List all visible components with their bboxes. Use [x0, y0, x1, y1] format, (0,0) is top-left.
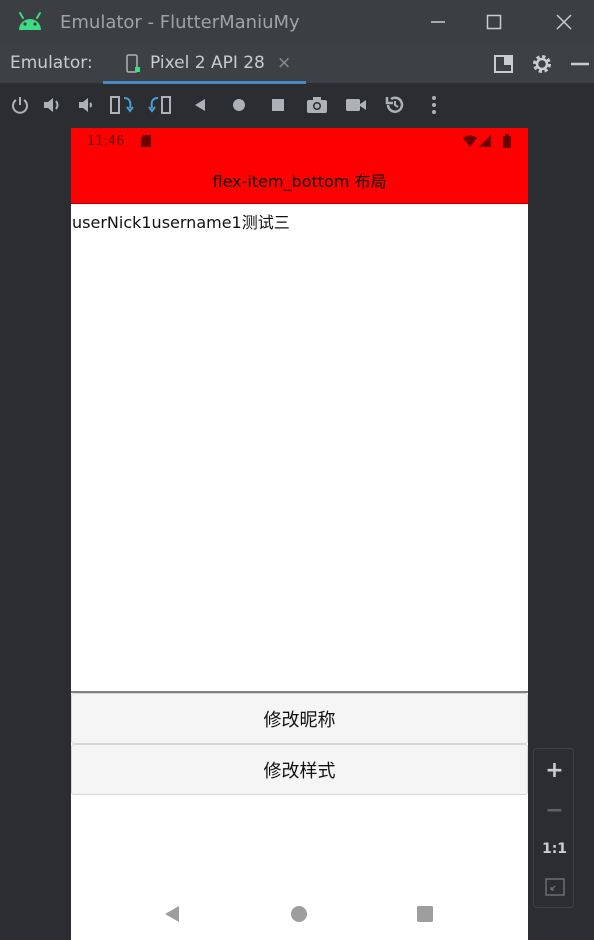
overview-icon [272, 99, 284, 111]
maximize-icon [486, 14, 502, 30]
rotate-right-button[interactable] [148, 93, 172, 117]
zoom-panel: + − 1:1 [533, 748, 574, 908]
android-nav-bar [71, 888, 528, 940]
minimize-icon [431, 21, 445, 23]
back-icon [195, 99, 205, 111]
device-screen: 11:46 flex-item_bottom 布局 userNick1usern… [71, 128, 528, 940]
rotate-left-icon [110, 96, 134, 114]
change-style-button[interactable]: 修改样式 [71, 744, 528, 795]
app-bar-title: flex-item_bottom 布局 [212, 172, 387, 191]
volume-down-button[interactable] [75, 93, 99, 117]
zoom-one-to-one-button[interactable]: 1:1 [534, 830, 575, 868]
app-bar: flex-item_bottom 布局 [71, 154, 528, 204]
status-time: 11:46 [87, 134, 125, 149]
dock-icon[interactable] [492, 52, 516, 76]
volume-up-icon [44, 98, 59, 112]
nav-back-icon[interactable] [163, 905, 181, 923]
android-icon [19, 12, 41, 30]
emulator-toolbar [0, 85, 594, 125]
wifi-icon [463, 135, 477, 147]
home-icon [233, 99, 245, 111]
gear-icon[interactable] [530, 52, 554, 76]
back-button[interactable] [188, 93, 212, 117]
rotate-left-button[interactable] [110, 93, 134, 117]
fit-screen-icon [544, 878, 565, 896]
nav-overview-icon[interactable] [417, 906, 433, 922]
volume-up-button[interactable] [41, 93, 65, 117]
tab-active-indicator [103, 81, 306, 84]
zoom-fit-button[interactable] [534, 868, 575, 906]
power-button[interactable] [8, 93, 32, 117]
overview-button[interactable] [266, 93, 290, 117]
power-icon [12, 97, 28, 114]
tab-close-icon[interactable]: × [277, 53, 291, 73]
rotate-right-icon [148, 96, 171, 114]
zoom-out-button[interactable]: − [534, 791, 575, 829]
screenrecord-button[interactable] [344, 93, 368, 117]
screenrecord-icon [346, 99, 366, 111]
device-icon [126, 54, 140, 73]
battery-icon [503, 134, 511, 148]
change-nickname-button[interactable]: 修改昵称 [71, 693, 528, 744]
volume-down-icon [79, 98, 92, 112]
minimize-window-button[interactable] [410, 0, 466, 44]
maximize-window-button[interactable] [466, 0, 522, 44]
nav-home-icon[interactable] [290, 905, 308, 923]
emulator-label: Emulator: [10, 53, 93, 73]
emulator-tabbar: Emulator: Pixel 2 API 28 × [0, 44, 594, 84]
close-icon [556, 14, 572, 30]
more-icon [432, 96, 436, 114]
sd-card-icon [141, 135, 151, 147]
snapshot-button[interactable] [383, 93, 407, 117]
window-titlebar: Emulator - FlutterManiuMy [0, 0, 594, 44]
snapshot-icon [385, 96, 404, 113]
screenshot-icon [307, 97, 327, 113]
more-button[interactable] [422, 93, 446, 117]
zoom-in-button[interactable]: + [534, 751, 575, 789]
tab-label: Pixel 2 API 28 [150, 53, 265, 73]
window-title: Emulator - FlutterManiuMy [60, 12, 300, 33]
tab-pixel-2-api-28[interactable]: Pixel 2 API 28 × [103, 44, 306, 84]
user-info-text: userNick1username1测试三 [72, 213, 290, 232]
screenshot-button[interactable] [305, 93, 329, 117]
android-status-bar: 11:46 [71, 128, 528, 154]
minimize-panel-icon[interactable] [568, 52, 592, 76]
signal-icon [479, 135, 491, 147]
close-window-button[interactable] [536, 0, 592, 44]
home-button[interactable] [227, 93, 251, 117]
